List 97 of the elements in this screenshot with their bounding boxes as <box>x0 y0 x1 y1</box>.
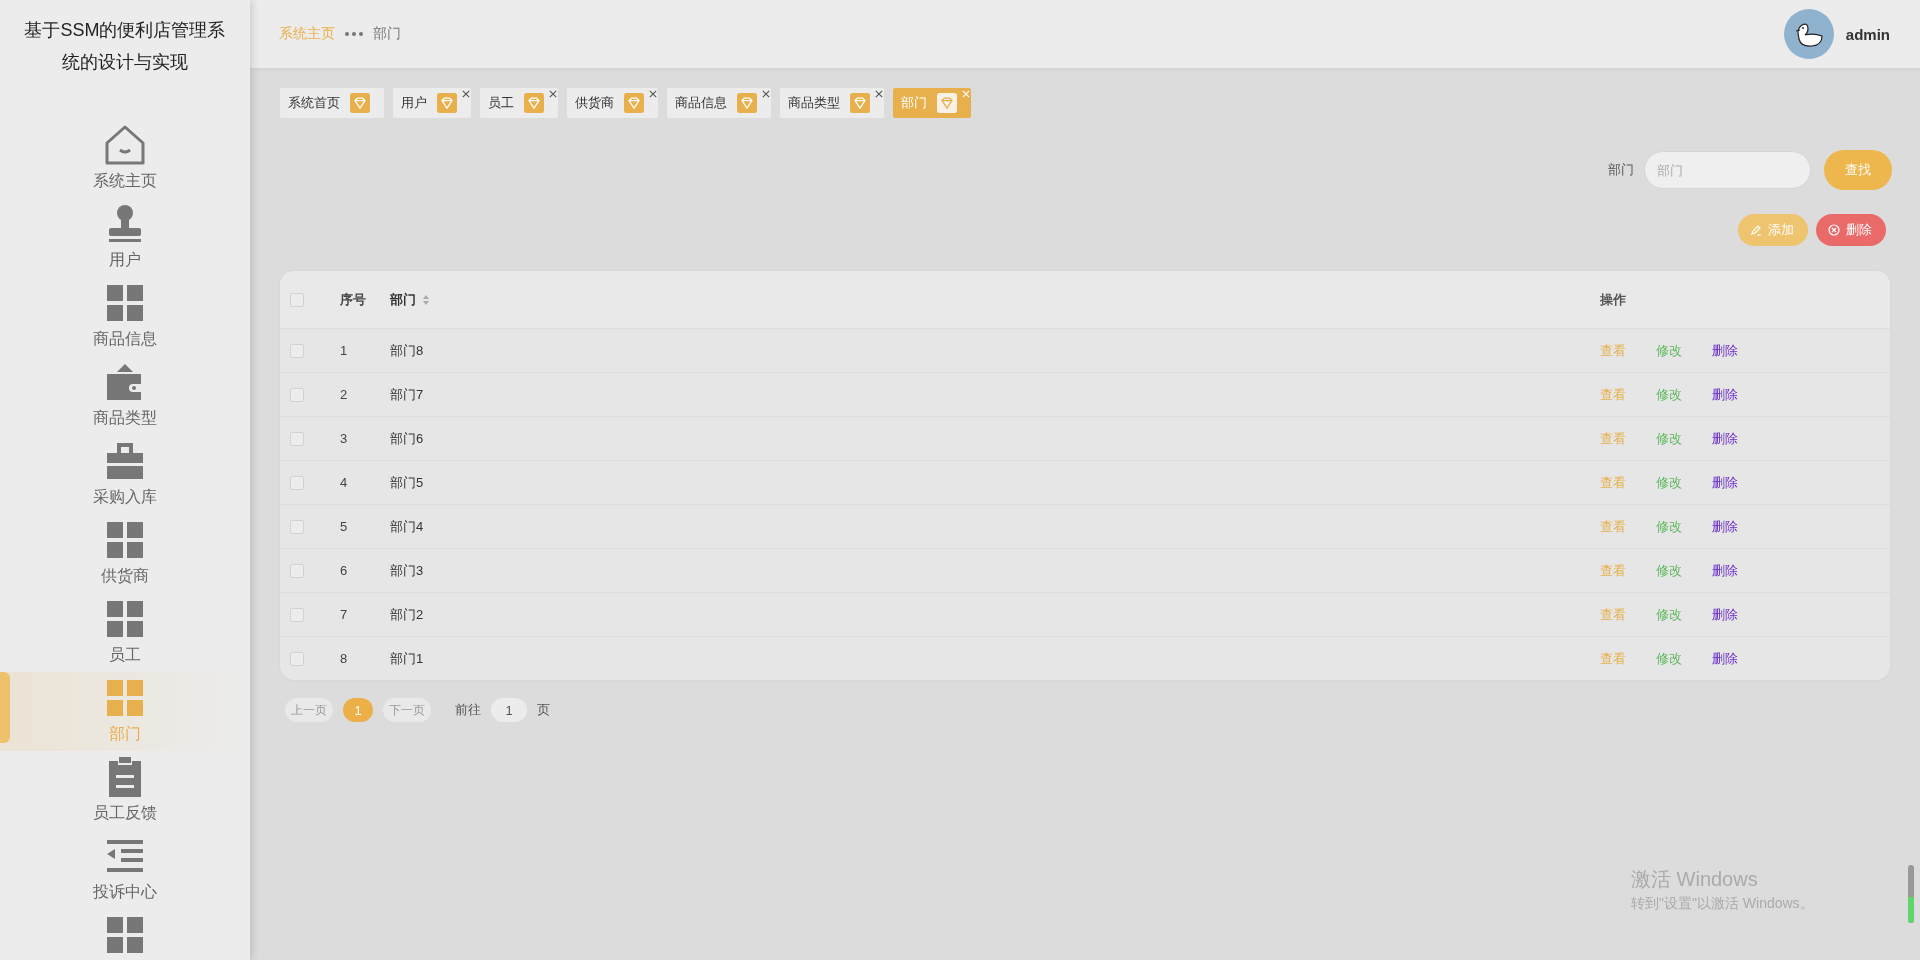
avatar-icon[interactable] <box>1783 9 1834 59</box>
sidebar-item[interactable]: 用户 <box>0 198 250 277</box>
column-header: 操作 <box>1600 290 1627 309</box>
delete-button[interactable]: 删除 <box>1816 214 1886 246</box>
table-cell-text: 部门1 <box>390 649 425 668</box>
close-circle-icon <box>1828 224 1840 236</box>
checkbox[interactable] <box>290 431 304 446</box>
tab-label: 员工 <box>488 94 514 112</box>
table-cell-text: 6 <box>340 563 349 578</box>
sidebar-label: 用户 <box>109 250 141 270</box>
breadcrumb-separator-icon <box>345 32 363 36</box>
table-cell-text: 部门6 <box>390 429 425 448</box>
close-icon[interactable] <box>875 90 883 98</box>
tab-label: 商品类型 <box>788 94 840 112</box>
table-cell-text: 4 <box>340 475 349 490</box>
pencil-icon <box>1750 224 1762 236</box>
checkbox[interactable] <box>290 607 304 622</box>
gem-icon <box>437 93 457 113</box>
sidebar-label: 采购入库 <box>93 487 157 507</box>
sidebar-label: 商品信息 <box>93 329 157 349</box>
sidebar-item[interactable]: 投诉中心 <box>0 830 250 909</box>
search-field[interactable]: 部门 <box>1644 151 1811 189</box>
tab[interactable]: 用户 <box>393 88 471 118</box>
sidebar-label: 供货商 <box>101 566 149 586</box>
sidebar-label: 商品类型 <box>93 408 157 428</box>
table-cell-text: 8 <box>340 651 349 666</box>
checkbox[interactable] <box>290 475 304 490</box>
table-cell-text: 2 <box>340 387 349 402</box>
checkbox[interactable] <box>290 519 304 534</box>
sidebar-label: 员工 <box>109 645 141 665</box>
username[interactable]: admin <box>1845 25 1890 43</box>
sidebar-label: 系统主页 <box>93 171 157 191</box>
row-action-link[interactable]: 删除 <box>1712 385 1738 404</box>
sidebar-item[interactable]: 商品信息 <box>0 277 250 356</box>
column-header: 序号 <box>340 290 367 309</box>
row-action-link[interactable]: 删除 <box>1712 517 1738 536</box>
tab-label: 商品信息 <box>675 94 727 112</box>
tab[interactable]: 系统首页 <box>280 88 384 118</box>
house-icon <box>103 123 147 167</box>
checkbox[interactable] <box>290 563 304 578</box>
scrollbar <box>1908 865 1914 923</box>
gem-icon <box>350 93 370 113</box>
app-title: 基于SSM的便利店管理系统的设计与实现 <box>23 19 227 74</box>
row-action-link[interactable]: 删除 <box>1712 429 1738 448</box>
sidebar-label: 部门 <box>109 724 141 744</box>
table-cell-text: 7 <box>340 607 349 622</box>
sidebar-item[interactable]: 采购入库 <box>0 435 250 514</box>
row-action-link[interactable]: 删除 <box>1712 473 1738 492</box>
close-icon[interactable] <box>762 90 770 98</box>
gem-icon <box>624 93 644 113</box>
checkbox[interactable] <box>290 651 304 666</box>
sidebar-item[interactable]: 员工反馈 <box>0 751 250 830</box>
checkbox[interactable] <box>290 387 304 402</box>
row-action-link[interactable]: 删除 <box>1712 649 1738 668</box>
sort-icon[interactable] <box>422 293 430 306</box>
tab[interactable]: 供货商 <box>567 88 658 118</box>
close-icon[interactable] <box>462 90 470 98</box>
sidebar-label: 员工反馈 <box>93 803 157 823</box>
checkbox[interactable] <box>290 292 304 307</box>
sidebar-item[interactable]: 系统主页 <box>0 119 250 198</box>
table-cell-text: 部门3 <box>390 561 425 580</box>
column-header[interactable]: 部门 <box>390 290 416 309</box>
table-cell-text: 5 <box>340 519 349 534</box>
page-suffix: 页 <box>537 701 550 719</box>
selection-indicator <box>0 672 10 743</box>
table-cell-text: 部门4 <box>390 517 425 536</box>
gem-icon <box>524 93 544 113</box>
table-cell-text: 部门7 <box>390 385 425 404</box>
goto-label: 前往 <box>455 701 481 719</box>
tab[interactable]: 商品类型 <box>780 88 884 118</box>
search-label: 部门 <box>1608 161 1634 179</box>
checkbox[interactable] <box>290 343 304 358</box>
tab[interactable]: 商品信息 <box>667 88 771 118</box>
tab-label: 供货商 <box>575 94 614 112</box>
tab-label: 系统首页 <box>288 94 340 112</box>
row-action-link[interactable]: 删除 <box>1712 341 1738 360</box>
tab-label: 用户 <box>401 94 427 112</box>
sidebar-label: 投诉中心 <box>93 882 157 902</box>
table-cell-text: 部门2 <box>390 605 425 624</box>
table-cell-text: 部门5 <box>390 473 425 492</box>
gem-icon <box>850 93 870 113</box>
breadcrumb-item: 部门 <box>373 25 401 43</box>
tab-label: 部门 <box>901 94 927 112</box>
row-action-link[interactable]: 删除 <box>1712 605 1738 624</box>
gem-icon <box>737 93 757 113</box>
sidebar-item[interactable]: 供货商 <box>0 514 250 593</box>
tab[interactable]: 员工 <box>480 88 558 118</box>
row-action-link[interactable]: 删除 <box>1712 561 1738 580</box>
sidebar-item[interactable]: 商品类型 <box>0 356 250 435</box>
close-icon[interactable] <box>549 90 557 98</box>
table-cell-text: 部门8 <box>390 341 425 360</box>
table-cell-text: 1 <box>340 343 349 358</box>
table-cell-text: 3 <box>340 431 349 446</box>
page-input-field[interactable]: 1 <box>491 698 527 722</box>
sidebar-item[interactable]: 员工 <box>0 593 250 672</box>
close-icon[interactable] <box>649 90 657 98</box>
gem-icon <box>937 93 957 113</box>
